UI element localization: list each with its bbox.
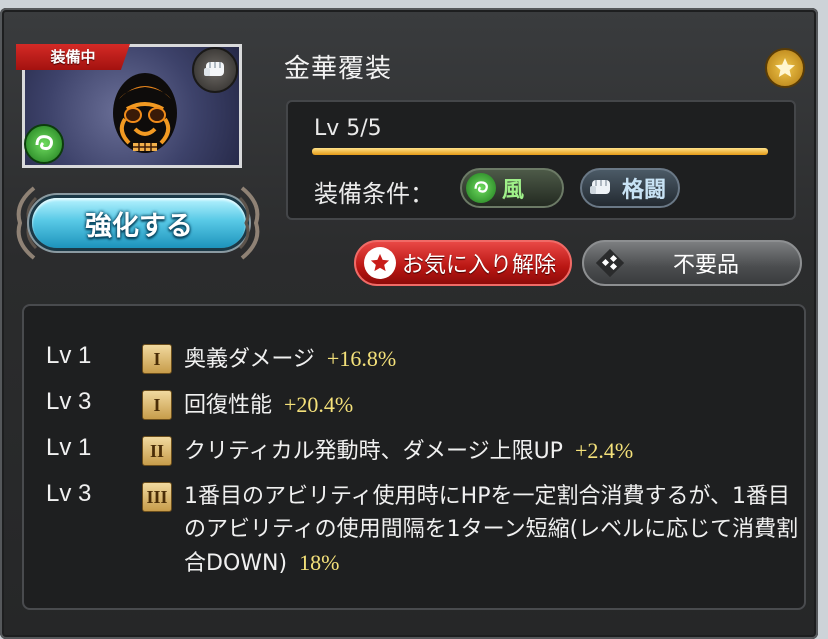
level-text: Lv 5/5 [314,116,382,141]
level-progress-bar [312,148,768,155]
wind-icon [466,173,496,203]
enhance-button-label: 強化する [32,198,246,248]
skill-list: Lv 1 I 奥義ダメージ +16.8% Lv 3 I 回復性能 +20.4% Lv… [22,304,806,610]
star-icon[interactable] [765,48,805,88]
skill-value: +20.4% [284,392,354,417]
skill-text: 1番目のアビリティ使用時にHPを一定割合消費するが、1番目のアビリティの使用間隔… [184,484,799,576]
junk-label: 不要品 [672,253,739,278]
fist-icon [586,173,616,203]
equip-condition-label: 装備条件： [314,180,434,208]
skill-rank-badge: III [142,482,172,512]
wind-element-icon [24,124,64,164]
skill-rank-badge: II [142,436,172,466]
skill-text: 回復性能 [184,393,273,418]
skill-value: +16.8% [326,346,397,371]
button-ornament-right-icon [238,186,260,260]
skill-value: +2.4% [574,438,634,463]
favorite-remove-button[interactable]: お気に入り解除 [354,240,572,286]
favorite-remove-label: お気に入り解除 [402,253,557,278]
condition-label-fist: 格闘 [622,178,667,203]
skill-value: 18% [299,550,340,575]
condition-pill-wind: 風 [460,168,564,208]
level-box: Lv 5/5 装備条件： 風 格闘 [286,100,796,220]
skill-rank-badge: I [142,390,172,420]
skill-description: 奥義ダメージ +16.8% [184,342,804,376]
level-progress-fill [312,148,768,155]
star-icon [364,247,396,279]
condition-label-wind: 風 [502,178,525,203]
skill-level: Lv 3 [46,388,92,415]
equipped-ribbon: 装備中 [16,44,130,70]
skill-level: Lv 1 [46,342,92,369]
skill-level: Lv 3 [46,480,92,507]
junk-icon [595,248,625,278]
skill-level: Lv 1 [46,434,92,461]
skill-rank-badge: I [142,344,172,374]
skull-mask-image [113,73,177,153]
skill-text: クリティカル発動時、ダメージ上限UP [184,439,563,464]
condition-pill-fist: 格闘 [580,168,680,208]
item-name: 金華覆装 [284,54,393,84]
skill-description: 1番目のアビリティ使用時にHPを一定割合消費するが、1番目のアビリティの使用間隔… [184,480,804,580]
skill-text: 奥義ダメージ [184,347,315,372]
junk-button[interactable]: 不要品 [582,240,802,286]
skill-description: 回復性能 +20.4% [184,388,804,422]
enhance-button[interactable]: 強化する [10,184,266,262]
fist-icon [192,47,238,93]
skill-description: クリティカル発動時、ダメージ上限UP +2.4% [184,434,804,468]
